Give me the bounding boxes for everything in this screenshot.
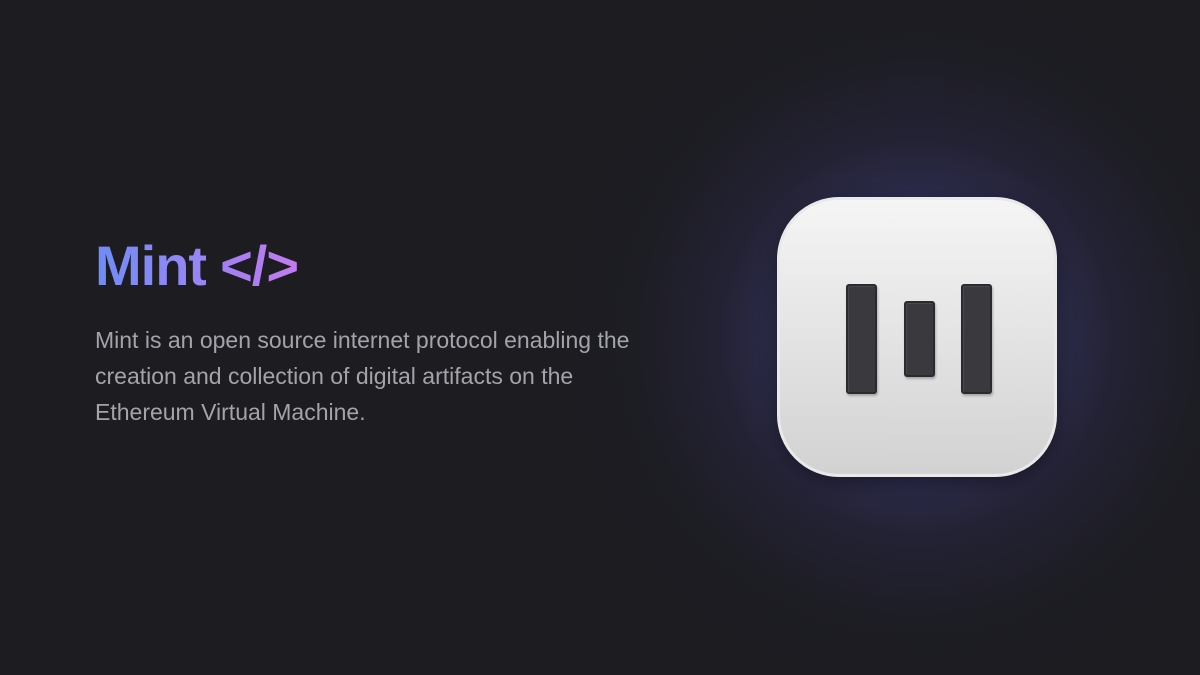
hero-canvas: Mint </> Mint is an open source internet … [0, 0, 1200, 675]
page-title: Mint </> [95, 232, 695, 300]
logo-bar-middle [904, 301, 935, 377]
hero-text: Mint </> Mint is an open source internet … [95, 232, 695, 430]
mint-logo-icon [777, 197, 1057, 477]
hero-description: Mint is an open source internet protocol… [95, 327, 630, 425]
title-word: Mint [95, 234, 207, 297]
logo-bar-right [961, 284, 992, 394]
code-tag-text: </> [220, 234, 299, 297]
logo-bar-left [846, 284, 877, 394]
